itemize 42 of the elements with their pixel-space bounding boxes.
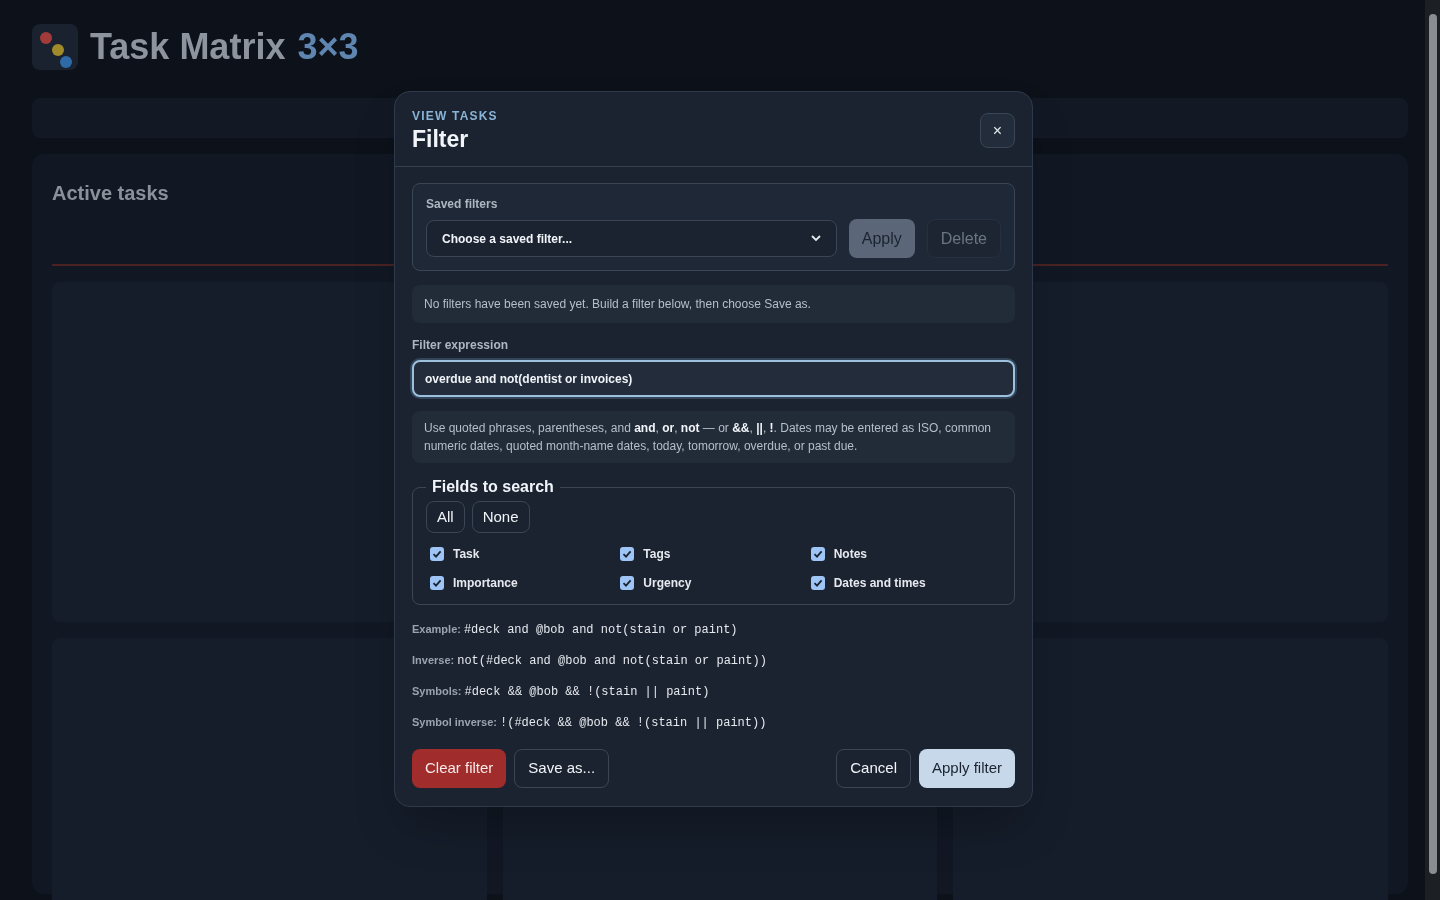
close-button[interactable]: × [980,113,1015,148]
field-option-label: Urgency [643,575,692,592]
apply-filter-button[interactable]: Apply filter [918,749,1015,788]
example-code: not(#deck and @bob and not(stain or paint)) [457,653,767,670]
field-option-label: Task [453,546,480,563]
syntax-help: Use quoted phrases, parentheses, and and, or, not — or &&, ||, !. Dates may be entered as ISO, common numeric dates, quoted month-name dates, today, tomorrow, overdue, or past due. [412,411,1015,463]
select-none-button[interactable]: None [471,501,530,533]
example-code: !(#deck && @bob && !(stain || paint)) [500,715,767,732]
grid-size-label: 3×3 [297,25,359,69]
app-title: Task Matrix [90,25,286,69]
saved-filters-note: No filters have been saved yet. Build a filter below, then choose Save as. [412,285,1015,323]
section-title: Active tasks [52,182,169,204]
dialog-title: Filter [412,125,470,153]
example-label: Symbol inverse: [412,715,497,730]
checkbox[interactable] [620,576,635,590]
saved-filters-label: Saved filters [426,196,499,213]
scrollbar[interactable] [1425,0,1440,900]
expression-field[interactable]: overdue and not(dentist or invoices) [412,360,1015,397]
example-label: Symbols: [412,684,462,699]
field-option-label: Notes [833,546,867,563]
cancel-button[interactable]: Cancel [836,749,911,788]
save-as-button[interactable]: Save as... [514,749,610,788]
chevron-down-icon [810,235,821,242]
select-all-button[interactable]: All [426,501,465,533]
field-option-label: Dates and times [833,575,926,592]
example-label: Inverse: [412,653,455,668]
checkbox[interactable] [430,547,444,561]
example-code: #deck && @bob && !(stain || paint) [464,684,710,701]
clear-filter-button[interactable]: Clear filter [412,749,507,788]
example-code: #deck and @bob and not(stain or paint) [463,622,738,639]
logo-icon [32,24,78,70]
checkbox[interactable] [620,547,635,561]
expression-label: Filter expression [412,337,510,354]
fields-legend: Fields to search [426,475,560,499]
field-option-label: Importance [453,575,518,592]
saved-filter-select[interactable]: Choose a saved filter... [426,220,837,257]
example-label: Example: [412,622,461,637]
field-option-label: Tags [643,546,671,563]
checkbox[interactable] [430,576,444,590]
checkbox[interactable] [810,576,825,590]
checkbox[interactable] [810,547,825,561]
dialog-eyebrow: VIEW TASKS [412,108,498,125]
